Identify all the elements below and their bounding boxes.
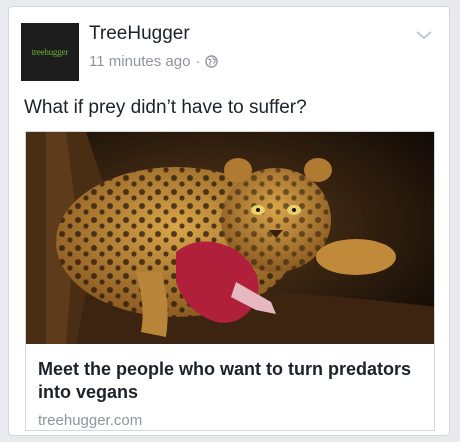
post-status-text: What if prey didn’t have to suffer? <box>24 97 307 118</box>
globe-icon[interactable] <box>205 55 219 68</box>
chevron-down-icon[interactable] <box>415 29 433 41</box>
link-preview-image[interactable] <box>26 132 435 344</box>
post-card: treehugger TreeHugger 11 minutes ago · W… <box>8 6 450 436</box>
post-timestamp[interactable]: 11 minutes ago <box>89 53 190 70</box>
avatar-logo-text: treehugger <box>31 47 69 57</box>
link-title[interactable]: Meet the people who want to turn predato… <box>38 358 428 404</box>
link-preview[interactable]: Meet the people who want to turn predato… <box>25 131 435 431</box>
link-domain: treehugger.com <box>38 412 143 429</box>
page-name-link[interactable]: TreeHugger <box>89 23 190 45</box>
post-meta: 11 minutes ago · <box>89 53 219 70</box>
page-avatar[interactable]: treehugger <box>21 23 79 81</box>
meta-separator: · <box>195 53 201 70</box>
